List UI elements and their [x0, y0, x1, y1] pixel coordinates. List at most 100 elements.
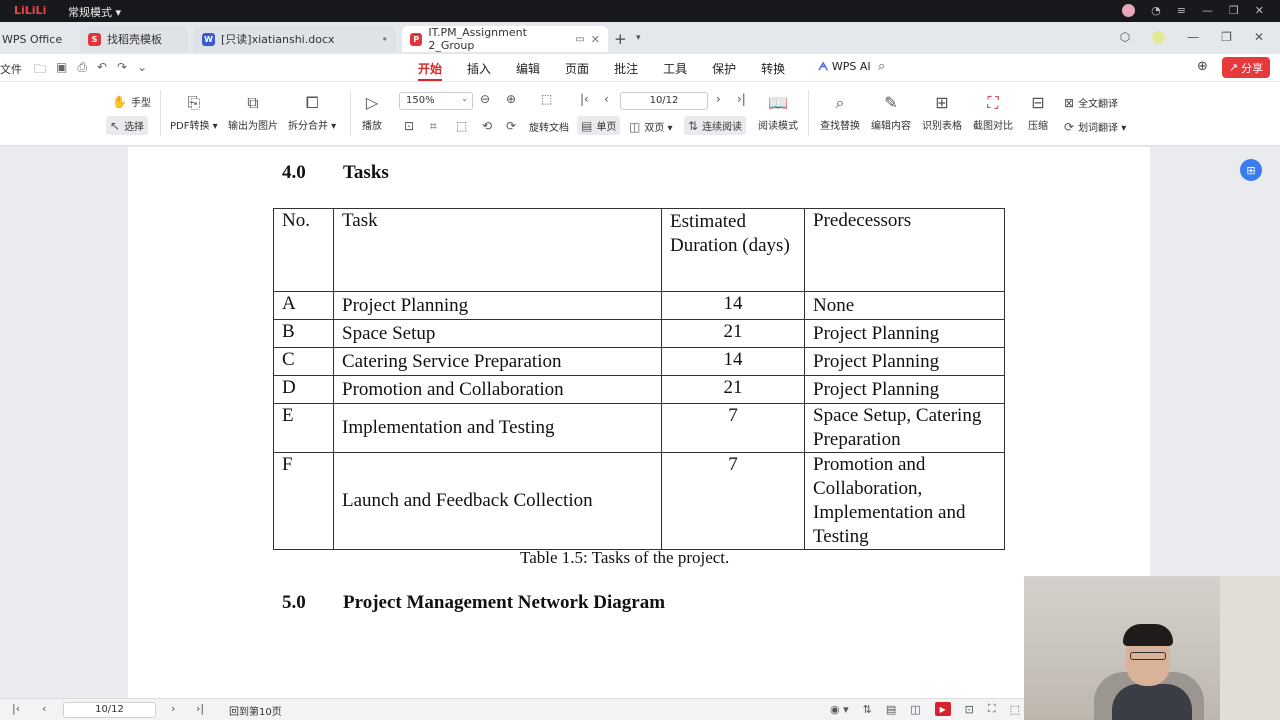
- word-translate-button[interactable]: ⟳ 划词翻译 ▾: [1064, 119, 1126, 135]
- cube-icon[interactable]: ⬡: [1120, 30, 1130, 44]
- status-right-icons: ◉ ▾ ⇅ ▤ ◫ ▶ ⊡ ⛶ ⬚: [830, 702, 1020, 716]
- restore-icon[interactable]: ❐: [1221, 30, 1232, 44]
- menu-icon[interactable]: ≡: [1177, 4, 1186, 17]
- read-mode-button[interactable]: 📖 阅读模式: [758, 92, 798, 132]
- next-page-icon[interactable]: ›: [171, 702, 175, 715]
- menu-page[interactable]: 页面: [565, 60, 589, 81]
- crop-icon[interactable]: ⌗: [430, 119, 437, 134]
- cell-task: Project Planning: [333, 291, 662, 320]
- mode-dropdown[interactable]: 常规模式 ▾: [68, 4, 121, 20]
- status-dot[interactable]: [1152, 30, 1166, 44]
- tab-docx[interactable]: W [只读]xiatianshi.docx •: [194, 26, 396, 52]
- prev-page-icon[interactable]: ‹: [42, 702, 46, 715]
- eye-icon[interactable]: ◉ ▾: [830, 703, 849, 716]
- rotate-left-icon[interactable]: ⟲: [482, 119, 492, 133]
- close-window-icon[interactable]: ✕: [1255, 4, 1264, 17]
- user-avatar[interactable]: [1122, 4, 1136, 17]
- monitor-icon[interactable]: ▭: [575, 34, 584, 45]
- fit-icon[interactable]: ⬚: [541, 92, 552, 106]
- last-page-icon[interactable]: ›|: [737, 92, 746, 106]
- tab-close-icon[interactable]: •: [382, 33, 389, 46]
- zoom-out-icon[interactable]: ⊖: [480, 92, 490, 106]
- save-icon[interactable]: ▣: [56, 60, 67, 81]
- menu-edit[interactable]: 编辑: [516, 60, 540, 81]
- more-icon[interactable]: ⬚: [1010, 703, 1020, 716]
- export-image-label: 输出为图片: [228, 121, 278, 132]
- rotate-right-icon[interactable]: ⟳: [506, 119, 516, 133]
- split-merge-button[interactable]: ⧠ 拆分合并 ▾: [288, 92, 336, 132]
- tab-close-icon[interactable]: ✕: [591, 33, 600, 46]
- open-folder-icon[interactable]: 🗀: [34, 60, 46, 81]
- fit-page-icon[interactable]: ⊡: [965, 703, 974, 716]
- last-page-icon[interactable]: ›|: [196, 702, 204, 715]
- menu-convert[interactable]: 转换: [761, 60, 785, 81]
- single-view-icon[interactable]: ▤: [886, 703, 896, 716]
- tab-pdf-active[interactable]: P IT.PM_Assignment 2_Group ▭ ✕: [402, 26, 608, 52]
- first-page-icon[interactable]: |‹: [12, 702, 20, 715]
- find-replace-label: 查找替换: [820, 121, 860, 132]
- rotate-doc-button[interactable]: 旋转文档: [529, 119, 569, 134]
- double-view-icon[interactable]: ◫: [910, 703, 920, 716]
- tab-wps-office[interactable]: WPS Office: [0, 26, 72, 52]
- first-page-icon[interactable]: |‹: [580, 92, 589, 106]
- menu-tools[interactable]: 工具: [663, 60, 687, 81]
- side-assistant-icon[interactable]: ⊞: [1240, 159, 1262, 181]
- menu-protect[interactable]: 保护: [712, 60, 736, 81]
- cloud-upload-icon[interactable]: ⊕: [1197, 59, 1208, 74]
- select-tool[interactable]: ↖ 选择: [106, 116, 149, 135]
- compress-button[interactable]: ⊟ 压缩: [1028, 92, 1048, 132]
- actual-size-icon[interactable]: ⬚: [456, 119, 467, 133]
- notification-icon[interactable]: ◔: [1151, 4, 1161, 17]
- undo-icon[interactable]: ↶: [97, 60, 107, 81]
- recognize-table-button[interactable]: ⊞ 识别表格: [922, 92, 962, 132]
- play-button[interactable]: ▷ 播放: [362, 92, 382, 132]
- wps-ai-label: WPS AI: [831, 60, 871, 73]
- continuous-read-button[interactable]: ⇅ 连续阅读: [684, 116, 747, 135]
- fullscreen-icon[interactable]: ⛶: [988, 702, 996, 716]
- page-number-input[interactable]: 10/12: [620, 92, 708, 110]
- menu-comment[interactable]: 批注: [614, 60, 638, 81]
- rotate-label: 旋转文档: [529, 123, 569, 134]
- cell-task: Launch and Feedback Collection: [333, 452, 662, 550]
- search-icon[interactable]: ⌕: [878, 59, 885, 74]
- double-page-button[interactable]: ◫ 双页 ▾: [629, 119, 673, 135]
- menu-file[interactable]: 文件: [0, 61, 22, 77]
- minimize-icon[interactable]: —: [1202, 4, 1213, 17]
- menu-start[interactable]: 开始: [418, 60, 443, 81]
- single-label: 单页: [596, 122, 617, 133]
- export-image-button[interactable]: ⧉ 输出为图片: [228, 92, 278, 132]
- back-to-page-link[interactable]: 回到第10页: [229, 703, 282, 718]
- status-page-input[interactable]: 10/12: [63, 702, 156, 718]
- chevron-down-icon[interactable]: ⌄: [137, 60, 147, 81]
- play-icon[interactable]: ▶: [934, 702, 951, 716]
- zoom-select[interactable]: 150% ⌄: [399, 92, 473, 110]
- edit-content-button[interactable]: ✎ 编辑内容: [871, 92, 911, 132]
- table-header-row: No. Task Estimated Duration (days) Prede…: [273, 208, 1005, 292]
- cell-duration: 7: [661, 452, 805, 550]
- new-tab-icon[interactable]: +: [614, 30, 627, 48]
- next-page-icon[interactable]: ›: [716, 92, 721, 106]
- full-translate-button[interactable]: ⊠ 全文翻译: [1064, 95, 1118, 111]
- section-title: Project Management Network Diagram: [343, 592, 666, 613]
- zoom-in-icon[interactable]: ⊕: [506, 92, 516, 106]
- hand-tool[interactable]: ✋ 手型: [112, 94, 151, 110]
- wps-ai-button[interactable]: ᗅ WPS AI: [818, 60, 871, 74]
- fit-width-icon[interactable]: ⊡: [404, 119, 414, 133]
- screenshot-compare-button[interactable]: ⛶ 截图对比: [973, 92, 1013, 132]
- cell-predecessors: Project Planning: [804, 347, 1005, 376]
- find-replace-button[interactable]: ⌕ 查找替换: [820, 92, 860, 132]
- pdf-convert-button[interactable]: ⎘ PDF转换 ▾: [170, 92, 218, 132]
- template-icon: S: [88, 32, 101, 46]
- tab-template[interactable]: S 找稻壳模板: [80, 26, 188, 52]
- redo-icon[interactable]: ↷: [117, 60, 127, 81]
- chevron-down-icon[interactable]: ▾: [636, 33, 641, 43]
- prev-page-icon[interactable]: ‹: [604, 92, 609, 106]
- print-icon[interactable]: ⎙: [77, 60, 87, 81]
- minimize-icon[interactable]: —: [1187, 30, 1199, 44]
- restore-icon[interactable]: ❐: [1229, 4, 1239, 17]
- share-button[interactable]: ↗ 分享: [1222, 57, 1270, 78]
- continuous-view-icon[interactable]: ⇅: [863, 703, 872, 716]
- single-page-button[interactable]: ▤ 单页: [577, 116, 621, 135]
- close-icon[interactable]: ✕: [1254, 30, 1264, 44]
- menu-insert[interactable]: 插入: [467, 60, 491, 81]
